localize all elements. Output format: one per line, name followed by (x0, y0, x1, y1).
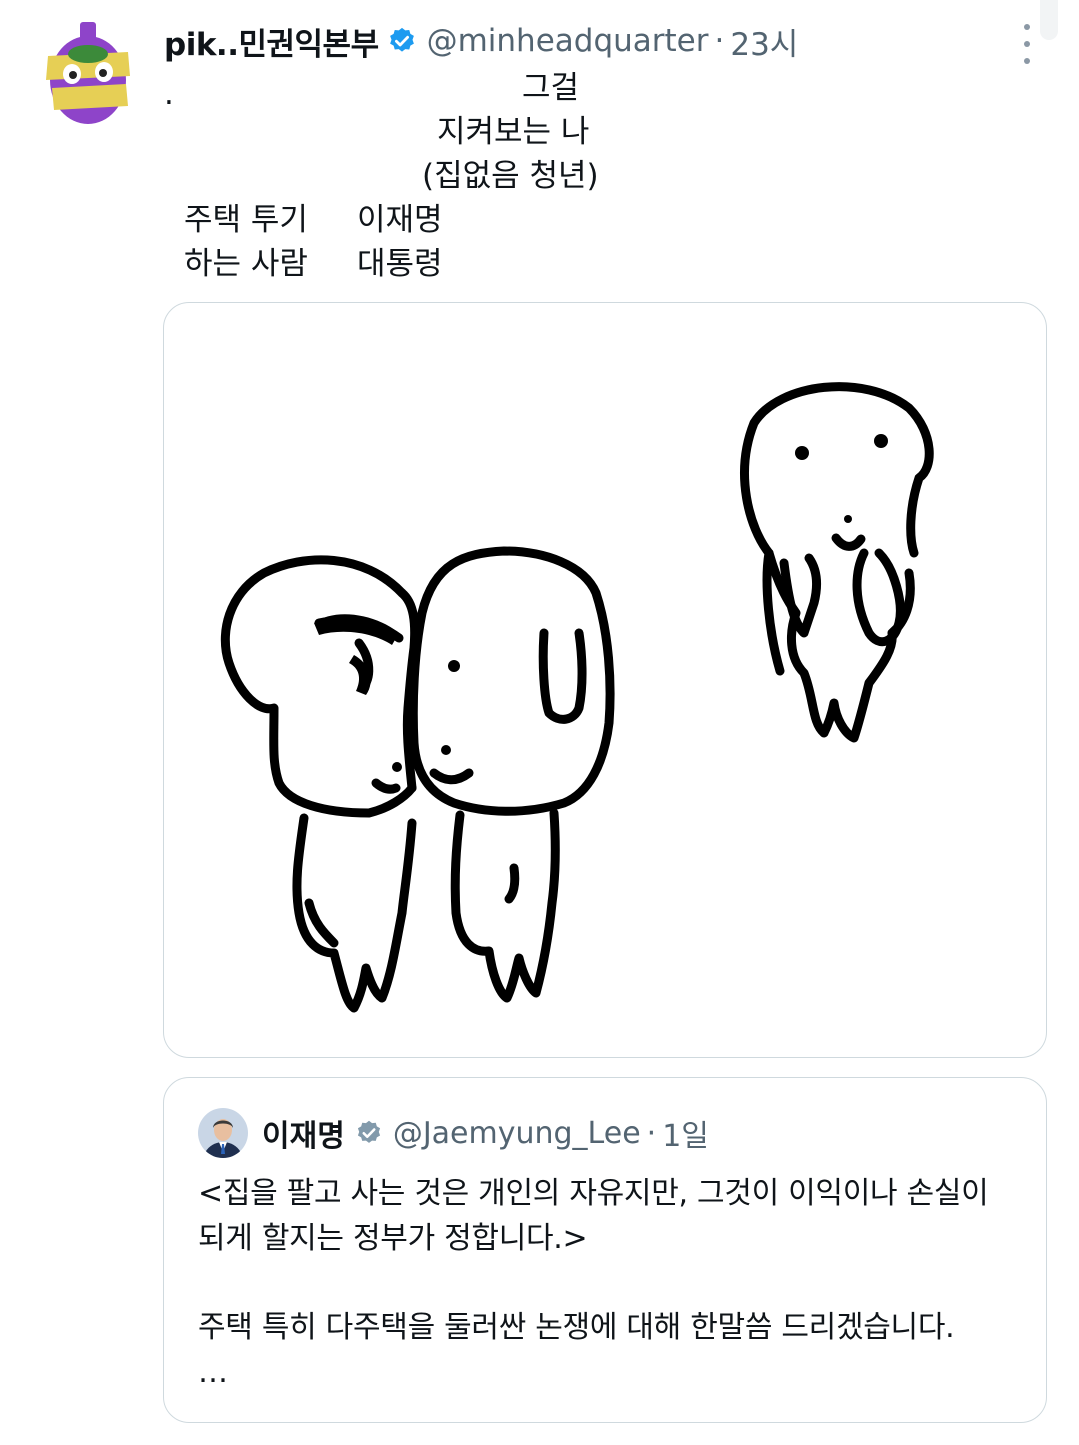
header-separator: · (714, 23, 725, 59)
verified-badge-icon (357, 1120, 380, 1143)
tweet-media-image[interactable] (163, 302, 1047, 1058)
quoted-header-separator: · (646, 1115, 657, 1151)
tweet-text-line: (집없음 청년) (422, 158, 599, 194)
quoted-tweet-text-line: 되게 할지는 정부가 정합니다.> (198, 1221, 588, 1256)
politician-portrait-avatar-icon (198, 1108, 248, 1158)
quoted-author-avatar[interactable] (198, 1108, 248, 1158)
author-display-name[interactable]: pik..민권익본부 (164, 19, 379, 64)
tweet-timestamp[interactable]: 23시 (730, 19, 798, 64)
tweet-text-line: 주택 투기 (184, 202, 308, 238)
more-vertical-icon[interactable] (1013, 24, 1041, 64)
tweet-text-line: 이재명 (357, 202, 443, 238)
author-handle[interactable]: @minheadquarter (427, 23, 709, 59)
tweet-text-line: 하는 사람 (184, 246, 308, 282)
author-avatar[interactable] (38, 18, 138, 130)
verified-badge-icon (389, 27, 414, 52)
tweet-text-line: . (164, 76, 174, 112)
tweet-header: pik..민권익본부 @minheadquarter · 23시 (164, 18, 798, 64)
quoted-tweet-text-line: <집을 팔고 사는 것은 개인의 자유지만, 그것이 이익이나 손실이 (198, 1176, 989, 1211)
quoted-tweet-header: 이재명 @Jaemyung_Lee · 1일 (198, 1108, 709, 1158)
quoted-tweet-text-line: 주택 특히 다주택을 둘러싼 논쟁에 대해 한말씀 드리겠습니다. (198, 1310, 955, 1345)
tweet-text-line: 지켜보는 나 (437, 114, 590, 150)
tweet-text-line: 대통령 (357, 246, 443, 282)
quoted-author-display-name[interactable]: 이재명 (262, 1111, 345, 1155)
doodle-dogs-illustration-icon (220, 382, 934, 1013)
quoted-tweet[interactable]: 이재명 @Jaemyung_Lee · 1일 <집을 팔고 사는 것은 개인의 … (163, 1077, 1047, 1423)
tweet-text-line: 그걸 (522, 70, 580, 106)
purple-character-avatar-icon (46, 22, 130, 124)
scrollbar-edge[interactable] (1040, 0, 1058, 40)
quoted-tweet-text-line: … (198, 1355, 228, 1390)
quoted-author-handle[interactable]: @Jaemyung_Lee (393, 1116, 641, 1151)
quoted-tweet-timestamp[interactable]: 1일 (662, 1111, 709, 1155)
